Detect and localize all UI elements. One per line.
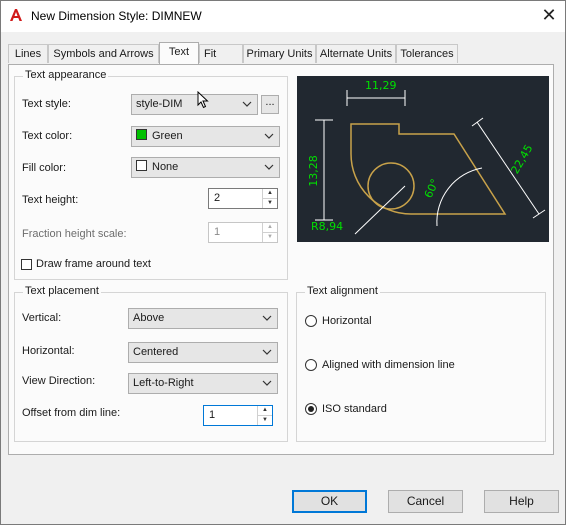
text-height-spinner[interactable]: 2 ▲ ▼ — [208, 188, 278, 209]
chevron-down-icon — [262, 349, 272, 355]
view-direction-dropdown[interactable]: Left-to-Right — [128, 373, 278, 394]
mouse-cursor-icon — [197, 91, 209, 109]
text-style-value: style-DIM — [136, 98, 183, 110]
spinner-buttons: ▲ ▼ — [257, 406, 272, 425]
offset-spinner[interactable]: 1 ▲ ▼ — [203, 405, 273, 426]
tab-lines[interactable]: Lines — [8, 44, 48, 63]
fraction-height-label: Fraction height scale: — [22, 228, 127, 240]
text-color-dropdown[interactable]: Green — [131, 126, 280, 147]
offset-label: Offset from dim line: — [22, 407, 121, 419]
close-icon: ✕ — [541, 5, 557, 25]
chevron-down-icon — [264, 133, 274, 139]
autocad-logo-icon — [10, 9, 22, 21]
radio-aligned[interactable] — [305, 359, 317, 371]
spin-down-icon[interactable]: ▼ — [263, 233, 277, 242]
view-direction-value: Left-to-Right — [133, 377, 194, 389]
preview-dim-radius: R8,94 — [311, 220, 343, 233]
text-appearance-title: Text appearance — [23, 69, 109, 81]
radio-iso-label: ISO standard — [322, 403, 387, 415]
spin-down-icon[interactable]: ▼ — [258, 416, 272, 425]
tab-fit[interactable]: Fit — [199, 44, 243, 63]
radio-horizontal[interactable] — [305, 315, 317, 327]
fill-color-label: Fill color: — [22, 162, 67, 174]
tab-primary-units[interactable]: Primary Units — [243, 44, 316, 63]
vertical-label: Vertical: — [22, 312, 62, 324]
fraction-height-value: 1 — [214, 226, 221, 238]
empty-swatch-icon — [136, 160, 147, 171]
preview-dim-top: 11,29 — [365, 79, 397, 92]
tab-symbols-and-arrows[interactable]: Symbols and Arrows — [48, 44, 159, 63]
close-button[interactable]: ✕ — [538, 4, 560, 26]
chevron-down-icon — [262, 315, 272, 321]
preview-dim-left: 13,28 — [307, 155, 320, 187]
text-style-dropdown[interactable]: style-DIM — [131, 94, 258, 115]
text-color-value: Green — [152, 130, 183, 142]
vertical-dropdown[interactable]: Above — [128, 308, 278, 329]
text-style-label: Text style: — [22, 98, 71, 110]
text-color-label: Text color: — [22, 130, 73, 142]
text-placement-title: Text placement — [23, 285, 101, 297]
fill-color-dropdown[interactable]: None — [131, 157, 280, 178]
spinner-buttons: ▲ ▼ — [262, 189, 277, 208]
spinner-buttons: ▲ ▼ — [262, 223, 277, 242]
chevron-down-icon — [242, 101, 252, 107]
draw-frame-label: Draw frame around text — [36, 258, 151, 270]
spin-up-icon[interactable]: ▲ — [258, 406, 272, 416]
preview-dimension-lines — [315, 90, 546, 235]
spin-up-icon[interactable]: ▲ — [263, 189, 277, 199]
chevron-down-icon — [264, 164, 274, 170]
text-style-browse-button[interactable]: ... — [261, 95, 279, 114]
text-alignment-title: Text alignment — [305, 285, 380, 297]
text-height-value: 2 — [214, 192, 221, 204]
text-height-label: Text height: — [22, 194, 79, 206]
ok-button[interactable]: OK — [292, 490, 367, 513]
window-title: New Dimension Style: DIMNEW — [31, 9, 202, 23]
preview-geometry — [350, 123, 507, 215]
offset-value: 1 — [209, 409, 216, 421]
vertical-value: Above — [133, 312, 165, 324]
spin-down-icon[interactable]: ▼ — [263, 199, 277, 208]
view-direction-label: View Direction: — [22, 375, 96, 387]
horizontal-label: Horizontal: — [22, 345, 75, 357]
help-button[interactable]: Help — [484, 490, 559, 513]
horizontal-dropdown[interactable]: Centered — [128, 342, 278, 363]
chevron-down-icon — [262, 380, 272, 386]
fill-color-value: None — [152, 161, 179, 173]
tab-text[interactable]: Text — [159, 42, 199, 64]
radio-horizontal-label: Horizontal — [322, 315, 372, 327]
preview-dim-angle: 60° — [422, 177, 442, 200]
radio-aligned-label: Aligned with dimension line — [322, 359, 455, 371]
cancel-button[interactable]: Cancel — [388, 490, 463, 513]
radio-iso-standard[interactable] — [305, 403, 317, 415]
green-swatch-icon — [136, 129, 147, 140]
fraction-height-spinner[interactable]: 1 ▲ ▼ — [208, 222, 278, 243]
spin-up-icon[interactable]: ▲ — [263, 223, 277, 233]
tab-tolerances[interactable]: Tolerances — [396, 44, 458, 63]
draw-frame-checkbox[interactable] — [21, 259, 32, 270]
horizontal-value: Centered — [133, 346, 179, 358]
tab-alternate-units[interactable]: Alternate Units — [316, 44, 396, 63]
preview-dim-right: 22,45 — [508, 142, 535, 176]
dimension-preview: 11,29 13,28 22,45 60° R8,94 — [297, 76, 549, 242]
